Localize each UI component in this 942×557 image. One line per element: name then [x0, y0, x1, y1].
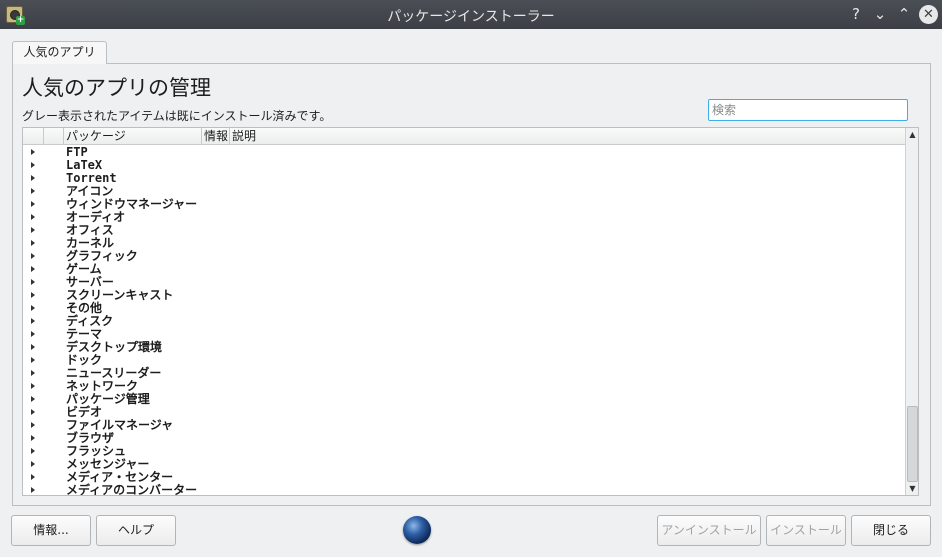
close-icon[interactable]: ✕	[919, 5, 938, 24]
tab-popular-apps[interactable]: 人気のアプリ	[12, 41, 107, 64]
tree-row[interactable]: ファイルマネージャ	[23, 419, 906, 432]
expand-arrow-icon[interactable]	[31, 487, 35, 493]
about-button[interactable]: 情報...	[11, 515, 91, 546]
expand-arrow-icon[interactable]	[31, 422, 35, 428]
close-button[interactable]: 閉じる	[851, 515, 931, 546]
expand-arrow-icon[interactable]	[31, 240, 35, 246]
vertical-scrollbar[interactable]: ▲ ▼	[905, 128, 918, 495]
expand-arrow-icon[interactable]	[31, 383, 35, 389]
expand-arrow-icon[interactable]	[31, 201, 35, 207]
tree-row[interactable]: ネットワーク	[23, 380, 906, 393]
uninstall-button[interactable]: アンインストール	[657, 515, 761, 546]
tree-row[interactable]: LaTeX	[23, 159, 906, 172]
installed-note: グレー表示されたアイテムは既にインストール済みです。	[22, 109, 332, 123]
tree-row[interactable]: グラフィック	[23, 250, 906, 263]
expand-arrow-icon[interactable]	[31, 409, 35, 415]
tree-row[interactable]: ニュースリーダー	[23, 367, 906, 380]
scroll-up-icon[interactable]: ▲	[906, 128, 918, 141]
expand-arrow-icon[interactable]	[31, 396, 35, 402]
tree-row[interactable]: カーネル	[23, 237, 906, 250]
expand-arrow-icon[interactable]	[31, 318, 35, 324]
expand-arrow-icon[interactable]	[31, 279, 35, 285]
globe-icon	[403, 516, 431, 544]
expand-arrow-icon[interactable]	[31, 305, 35, 311]
expand-arrow-icon[interactable]	[31, 175, 35, 181]
install-button[interactable]: インストール	[766, 515, 846, 546]
category-label: メディアのコンバーター	[66, 483, 198, 496]
tree-row[interactable]: パッケージ管理	[23, 393, 906, 406]
header-checkbox-column[interactable]	[43, 128, 63, 144]
page-title: 人気のアプリの管理	[22, 76, 211, 100]
tree-row[interactable]: オフィス	[23, 224, 906, 237]
tree-row[interactable]: フラッシュ	[23, 445, 906, 458]
expand-arrow-icon[interactable]	[31, 331, 35, 337]
header-description[interactable]: 説明	[229, 128, 906, 144]
tree-row[interactable]: Torrent	[23, 172, 906, 185]
expand-arrow-icon[interactable]	[31, 344, 35, 350]
help-button[interactable]: ヘルプ	[96, 515, 176, 546]
expand-arrow-icon[interactable]	[31, 435, 35, 441]
tree-header: パッケージ 情報 説明	[23, 128, 906, 145]
minimize-icon[interactable]: ⌄	[871, 5, 889, 23]
tree-row[interactable]: ブラウザ	[23, 432, 906, 445]
tree-row[interactable]: デスクトップ環境	[23, 341, 906, 354]
expand-arrow-icon[interactable]	[31, 461, 35, 467]
search-input[interactable]	[708, 99, 908, 121]
expand-arrow-icon[interactable]	[31, 214, 35, 220]
tree-row[interactable]: ウィンドウマネージャー	[23, 198, 906, 211]
tree-row[interactable]: オーディオ	[23, 211, 906, 224]
expand-arrow-icon[interactable]	[31, 266, 35, 272]
expand-arrow-icon[interactable]	[31, 474, 35, 480]
header-info[interactable]: 情報	[201, 128, 229, 144]
tree-row[interactable]: メディアのコンバーター	[23, 483, 906, 496]
window-title: パッケージインストーラー	[387, 9, 555, 25]
maximize-icon[interactable]: ⌃	[895, 5, 913, 23]
expand-arrow-icon[interactable]	[31, 149, 35, 155]
expand-arrow-icon[interactable]	[31, 448, 35, 454]
scrollbar-thumb[interactable]	[907, 406, 918, 482]
tree-row[interactable]: その他	[23, 302, 906, 315]
expand-arrow-icon[interactable]	[31, 162, 35, 168]
header-package[interactable]: パッケージ	[63, 128, 201, 144]
tree-row[interactable]: ゲーム	[23, 263, 906, 276]
expand-arrow-icon[interactable]	[31, 188, 35, 194]
expand-arrow-icon[interactable]	[31, 357, 35, 363]
expand-arrow-icon[interactable]	[31, 292, 35, 298]
scroll-down-icon[interactable]: ▼	[906, 482, 918, 495]
expand-arrow-icon[interactable]	[31, 253, 35, 259]
package-tree[interactable]: パッケージ 情報 説明 FTP LaTeX Torrent アイコン ウィンドウマネージ…	[22, 127, 919, 496]
help-icon[interactable]: ?	[847, 5, 865, 23]
expand-arrow-icon[interactable]	[31, 227, 35, 233]
tree-row[interactable]: スクリーンキャスト	[23, 289, 906, 302]
tree-rows: FTP LaTeX Torrent アイコン ウィンドウマネージャー オーディオ オフィスカ…	[23, 146, 906, 496]
title-bar: + パッケージインストーラー ? ⌄ ⌃ ✕	[0, 0, 942, 29]
tree-row[interactable]: FTP	[23, 146, 906, 159]
expand-arrow-icon[interactable]	[31, 370, 35, 376]
tree-row[interactable]: ディスク	[23, 315, 906, 328]
